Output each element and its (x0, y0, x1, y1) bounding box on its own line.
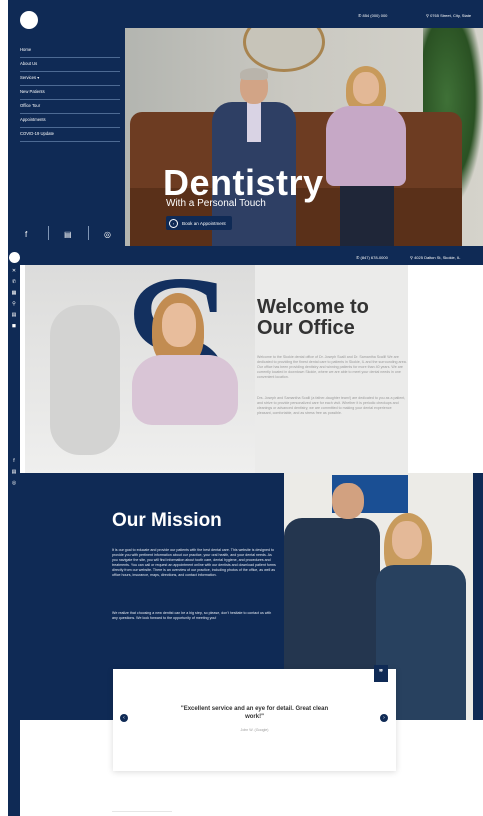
facebook-icon[interactable]: f (25, 230, 27, 239)
dentist-female-photo (326, 66, 406, 246)
calendar-icon[interactable]: ▦ (10, 290, 18, 296)
location-pin-icon: ⚲ (426, 13, 429, 18)
quote-icon: ❞ (374, 665, 388, 682)
welcome-section: S Welcome to Our Office Welcome to the S… (25, 265, 408, 473)
welcome-paragraph: Welcome to the Skokie dental office of D… (257, 355, 407, 379)
facebook-icon[interactable]: f (10, 458, 18, 464)
header-phone[interactable]: ✆ 854 (000) 000 (358, 13, 387, 18)
testimonial-author: John W. (Google) (240, 728, 269, 732)
location-icon[interactable]: ⚲ (10, 301, 18, 307)
dentist-female-photo (130, 289, 242, 469)
instagram-icon[interactable]: ◎ (104, 230, 111, 239)
sidebar-item-covid-update[interactable]: COVID-19 Update (20, 128, 120, 142)
testimonial-quote: "Excellent service and an eye for detail… (180, 706, 329, 720)
chevron-right-icon[interactable]: › (380, 714, 388, 722)
divider (112, 811, 172, 812)
mission-title: Our Mission (112, 510, 222, 531)
sidebar-item-services[interactable]: Services ▾ (20, 72, 120, 86)
sidebar-item-new-patients[interactable]: New Patients (20, 86, 120, 100)
hero-image: Dentistry With a Personal Touch › Book a… (125, 28, 483, 246)
header-phone[interactable]: ✆ (847) 678-0000 (356, 255, 388, 260)
welcome-paragraph: Drs. Joseph and Samantha Scalli (a fathe… (257, 396, 406, 415)
divider (48, 226, 49, 240)
header-address[interactable]: ⚲ 0765 Street, City, State (426, 13, 471, 18)
mission-paragraph: We realize that choosing a new dentist c… (112, 611, 272, 620)
divider (88, 226, 89, 240)
dental-chair-image (50, 305, 120, 455)
header-bar: ✆ (847) 678-0000 ⚲ 4025 Dalton St, Skoki… (20, 250, 483, 265)
arrow-right-icon: › (169, 218, 178, 228)
sidebar-menu: Home About Us Services ▾ New Patients Of… (20, 44, 120, 142)
sidebar-item-appointments[interactable]: Appointments (20, 114, 120, 128)
collapsed-sidebar (8, 250, 20, 816)
sidebar-item-about-us[interactable]: About Us (20, 58, 120, 72)
phone-icon: ✆ (358, 13, 362, 18)
logo[interactable] (9, 252, 20, 263)
close-icon[interactable]: ✕ (10, 268, 18, 274)
welcome-title: Welcome to Our Office (257, 296, 369, 339)
google-icon[interactable]: ▤ (64, 230, 72, 239)
form-icon[interactable]: ▤ (10, 312, 18, 318)
logo[interactable] (20, 11, 38, 29)
sidebar-item-office-tour[interactable]: Office Tour (20, 100, 120, 114)
mission-paragraph: It is our goal to educate and provide ou… (112, 548, 276, 577)
google-icon[interactable]: ▤ (10, 469, 18, 475)
sidebar-item-home[interactable]: Home (20, 44, 120, 58)
instagram-icon[interactable]: ◎ (10, 480, 18, 486)
phone-icon[interactable]: ✆ (10, 279, 18, 285)
hero-subtitle: With a Personal Touch (166, 198, 266, 209)
phone-icon: ✆ (356, 255, 360, 260)
header-address[interactable]: ⚲ 4025 Dalton St, Skokie, IL (410, 255, 460, 260)
location-pin-icon: ⚲ (410, 255, 413, 260)
book-appointment-button[interactable]: › Book an Appointment (166, 216, 232, 230)
chat-icon[interactable]: ◼ (10, 323, 18, 329)
chevron-left-icon[interactable]: ‹ (120, 714, 128, 722)
